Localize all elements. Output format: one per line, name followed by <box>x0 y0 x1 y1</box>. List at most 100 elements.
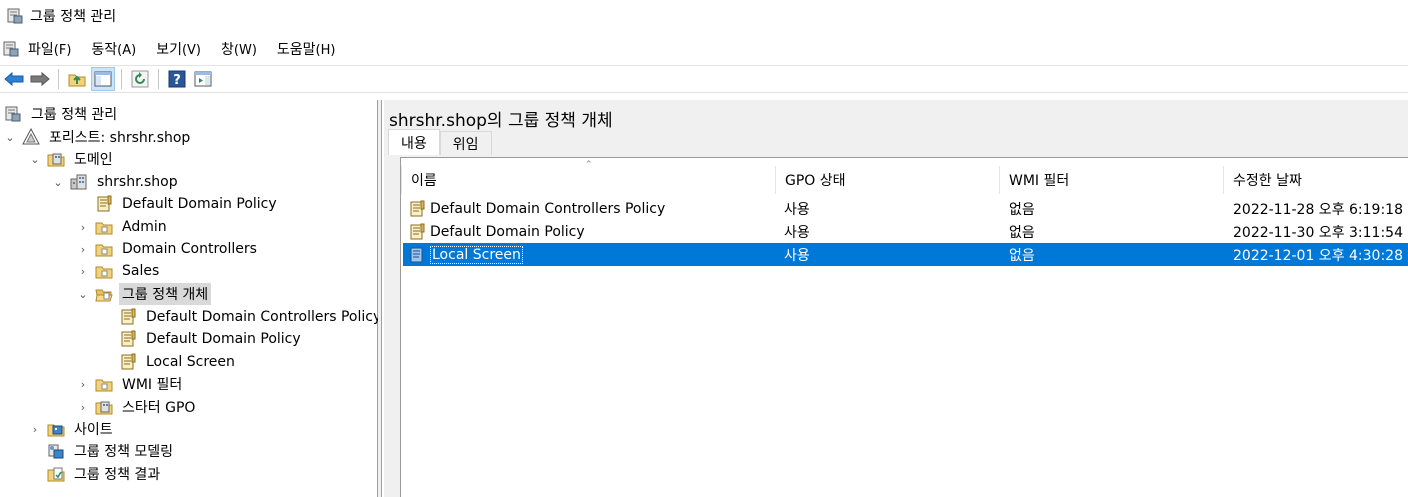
cell-wmi: 없음 <box>1009 247 1035 264</box>
cell-modified: 2022-11-30 오후 3:11:54 <box>1233 224 1403 241</box>
chevron-down-icon[interactable]: ⌄ <box>29 153 41 166</box>
tree-item-starter-gpos[interactable]: › 스타터 GPO <box>77 396 198 418</box>
tree-item-domain-controllers-ou[interactable]: › Domain Controllers <box>77 238 260 260</box>
chevron-right-icon[interactable]: › <box>29 423 41 436</box>
show-hide-action-pane-button[interactable] <box>191 67 215 91</box>
cell-name: Default Domain Policy <box>408 220 585 243</box>
chevron-right-icon[interactable]: › <box>77 243 89 256</box>
menu-file-label: 파일 <box>28 42 54 58</box>
tree-item-gpo-default-dc-policy[interactable]: Default Domain Controllers Policy <box>119 306 384 328</box>
ou-folder-icon <box>95 218 113 236</box>
column-header-wmi-filter[interactable]: WMI 필터 <box>999 166 1223 194</box>
pane-splitter[interactable] <box>378 100 382 497</box>
console-tree-icon <box>94 71 112 87</box>
show-hide-console-tree-button[interactable] <box>91 67 115 91</box>
tree-item-default-domain-policy-link[interactable]: Default Domain Policy <box>95 193 280 215</box>
sites-folder-icon <box>47 420 65 438</box>
tree-label: Domain Controllers <box>122 241 257 257</box>
tree-item-modeling[interactable]: 그룹 정책 모델링 <box>47 440 176 462</box>
tree-item-wmi-filters[interactable]: › WMI 필터 <box>77 373 185 395</box>
table-row[interactable]: Default Domain Policy 사용 없음 2022-11-30 오… <box>403 220 1408 243</box>
chevron-right-icon[interactable]: › <box>77 221 89 234</box>
back-arrow-icon <box>4 71 24 87</box>
menu-view-label: 보기 <box>156 42 182 58</box>
menu-help-key: (H) <box>315 43 336 58</box>
tree-item-domain[interactable]: ⌄ shrshr.shop <box>52 171 181 193</box>
console-tree[interactable]: 그룹 정책 관리 ⌄ 포리스트: shrshr.shop ⌄ 도메인 ⌄ shr… <box>0 100 381 497</box>
tree-item-results[interactable]: 그룹 정책 결과 <box>47 463 163 485</box>
column-header-name[interactable]: 이름 <box>401 166 775 194</box>
results-icon <box>47 465 65 483</box>
up-one-level-button[interactable] <box>65 67 89 91</box>
ou-folder-icon <box>95 240 113 258</box>
tree-label: 사이트 <box>74 422 113 438</box>
tree-label: 그룹 정책 개체 <box>119 283 212 305</box>
tree-item-group-policy-objects[interactable]: ⌄ 그룹 정책 개체 <box>77 283 212 305</box>
chevron-right-icon[interactable]: › <box>77 378 89 391</box>
group-policy-management-icon <box>6 7 24 25</box>
help-icon: ? <box>168 70 186 88</box>
refresh-button[interactable] <box>128 67 152 91</box>
back-button[interactable] <box>2 67 26 91</box>
tree-item-forest[interactable]: ⌄ 포리스트: shrshr.shop <box>4 126 193 148</box>
gpo-name: Default Domain Controllers Policy <box>430 200 666 217</box>
menu-action[interactable]: 동작(A) <box>91 39 136 59</box>
toolbar-separator-2 <box>121 69 122 89</box>
tree-label: 스타터 GPO <box>122 400 196 416</box>
menu-window-key: (W) <box>233 43 257 58</box>
tree-label: Local Screen <box>146 354 235 370</box>
domain-icon <box>70 173 88 191</box>
tree-item-admin-ou[interactable]: › Admin <box>77 216 170 238</box>
domains-folder-icon <box>47 150 65 168</box>
cell-wmi: 없음 <box>1009 201 1035 218</box>
toolbar-separator <box>58 69 59 89</box>
tree-label: Admin <box>122 219 167 235</box>
gpo-list[interactable]: ⌃ 이름 GPO 상태 WMI 필터 수정한 날짜 Default Domain… <box>400 157 1408 497</box>
chevron-right-icon[interactable]: › <box>77 265 89 278</box>
menu-view[interactable]: 보기(V) <box>156 39 201 59</box>
menu-file-key: (F) <box>53 43 72 58</box>
tab-delegation[interactable]: 위임 <box>439 131 492 155</box>
menu-file[interactable]: 파일(F) <box>28 39 71 59</box>
help-button[interactable]: ? <box>165 67 189 91</box>
title-bar: 그룹 정책 관리 <box>0 0 1408 32</box>
forward-arrow-icon <box>30 71 50 87</box>
table-row[interactable]: Default Domain Controllers Policy 사용 없음 … <box>403 197 1408 220</box>
tree-label: 그룹 정책 관리 <box>31 107 118 123</box>
tree-item-sales-ou[interactable]: › Sales <box>77 260 162 282</box>
tree-item-root[interactable]: 그룹 정책 관리 <box>4 103 120 125</box>
tree-item-gpo-default-domain-policy[interactable]: Default Domain Policy <box>119 328 304 350</box>
menu-view-key: (V) <box>181 43 202 58</box>
tree-label: 그룹 정책 모델링 <box>74 444 174 460</box>
table-row-selected[interactable]: Local Screen 사용 없음 2022-12-01 오후 4:30:28 <box>403 243 1408 266</box>
details-pane: shrshr.shop의 그룹 정책 개체 내용 위임 ⌃ 이름 GPO 상태 … <box>384 100 1408 497</box>
column-header-modified[interactable]: 수정한 날짜 <box>1223 166 1408 194</box>
tree-item-gpo-local-screen[interactable]: Local Screen <box>119 351 238 373</box>
gpo-icon <box>408 223 426 241</box>
toolbar-separator-3 <box>158 69 159 89</box>
tree-label: WMI 필터 <box>122 377 183 393</box>
menu-action-label: 동작 <box>91 42 118 58</box>
gpo-name: Local Screen <box>430 245 523 264</box>
menu-help[interactable]: 도움말(H) <box>277 39 336 59</box>
chevron-right-icon[interactable]: › <box>77 401 89 414</box>
tree-label: 그룹 정책 결과 <box>74 467 161 483</box>
column-header-gpo-status[interactable]: GPO 상태 <box>775 166 999 194</box>
modeling-icon <box>47 442 65 460</box>
gpo-name: Default Domain Policy <box>430 223 585 240</box>
forward-button[interactable] <box>28 67 52 91</box>
tree-label: Sales <box>122 263 160 279</box>
menu-bar: 파일(F) 동작(A) 보기(V) 창(W) 도움말(H) <box>0 36 1408 62</box>
system-menu-icon[interactable] <box>2 40 20 58</box>
chevron-down-icon[interactable]: ⌄ <box>52 176 64 189</box>
chevron-down-icon[interactable]: ⌄ <box>77 288 89 301</box>
action-pane-icon <box>194 71 212 87</box>
cell-modified: 2022-11-28 오후 6:19:18 <box>1233 201 1403 218</box>
tree-item-sites[interactable]: › 사이트 <box>29 418 116 440</box>
tab-contents[interactable]: 내용 <box>388 129 440 155</box>
menu-window[interactable]: 창(W) <box>221 39 257 59</box>
starter-gpo-folder-icon <box>95 398 113 416</box>
chevron-down-icon[interactable]: ⌄ <box>4 131 16 144</box>
cell-modified: 2022-12-01 오후 4:30:28 <box>1233 247 1403 264</box>
tree-item-domains[interactable]: ⌄ 도메인 <box>29 148 116 170</box>
